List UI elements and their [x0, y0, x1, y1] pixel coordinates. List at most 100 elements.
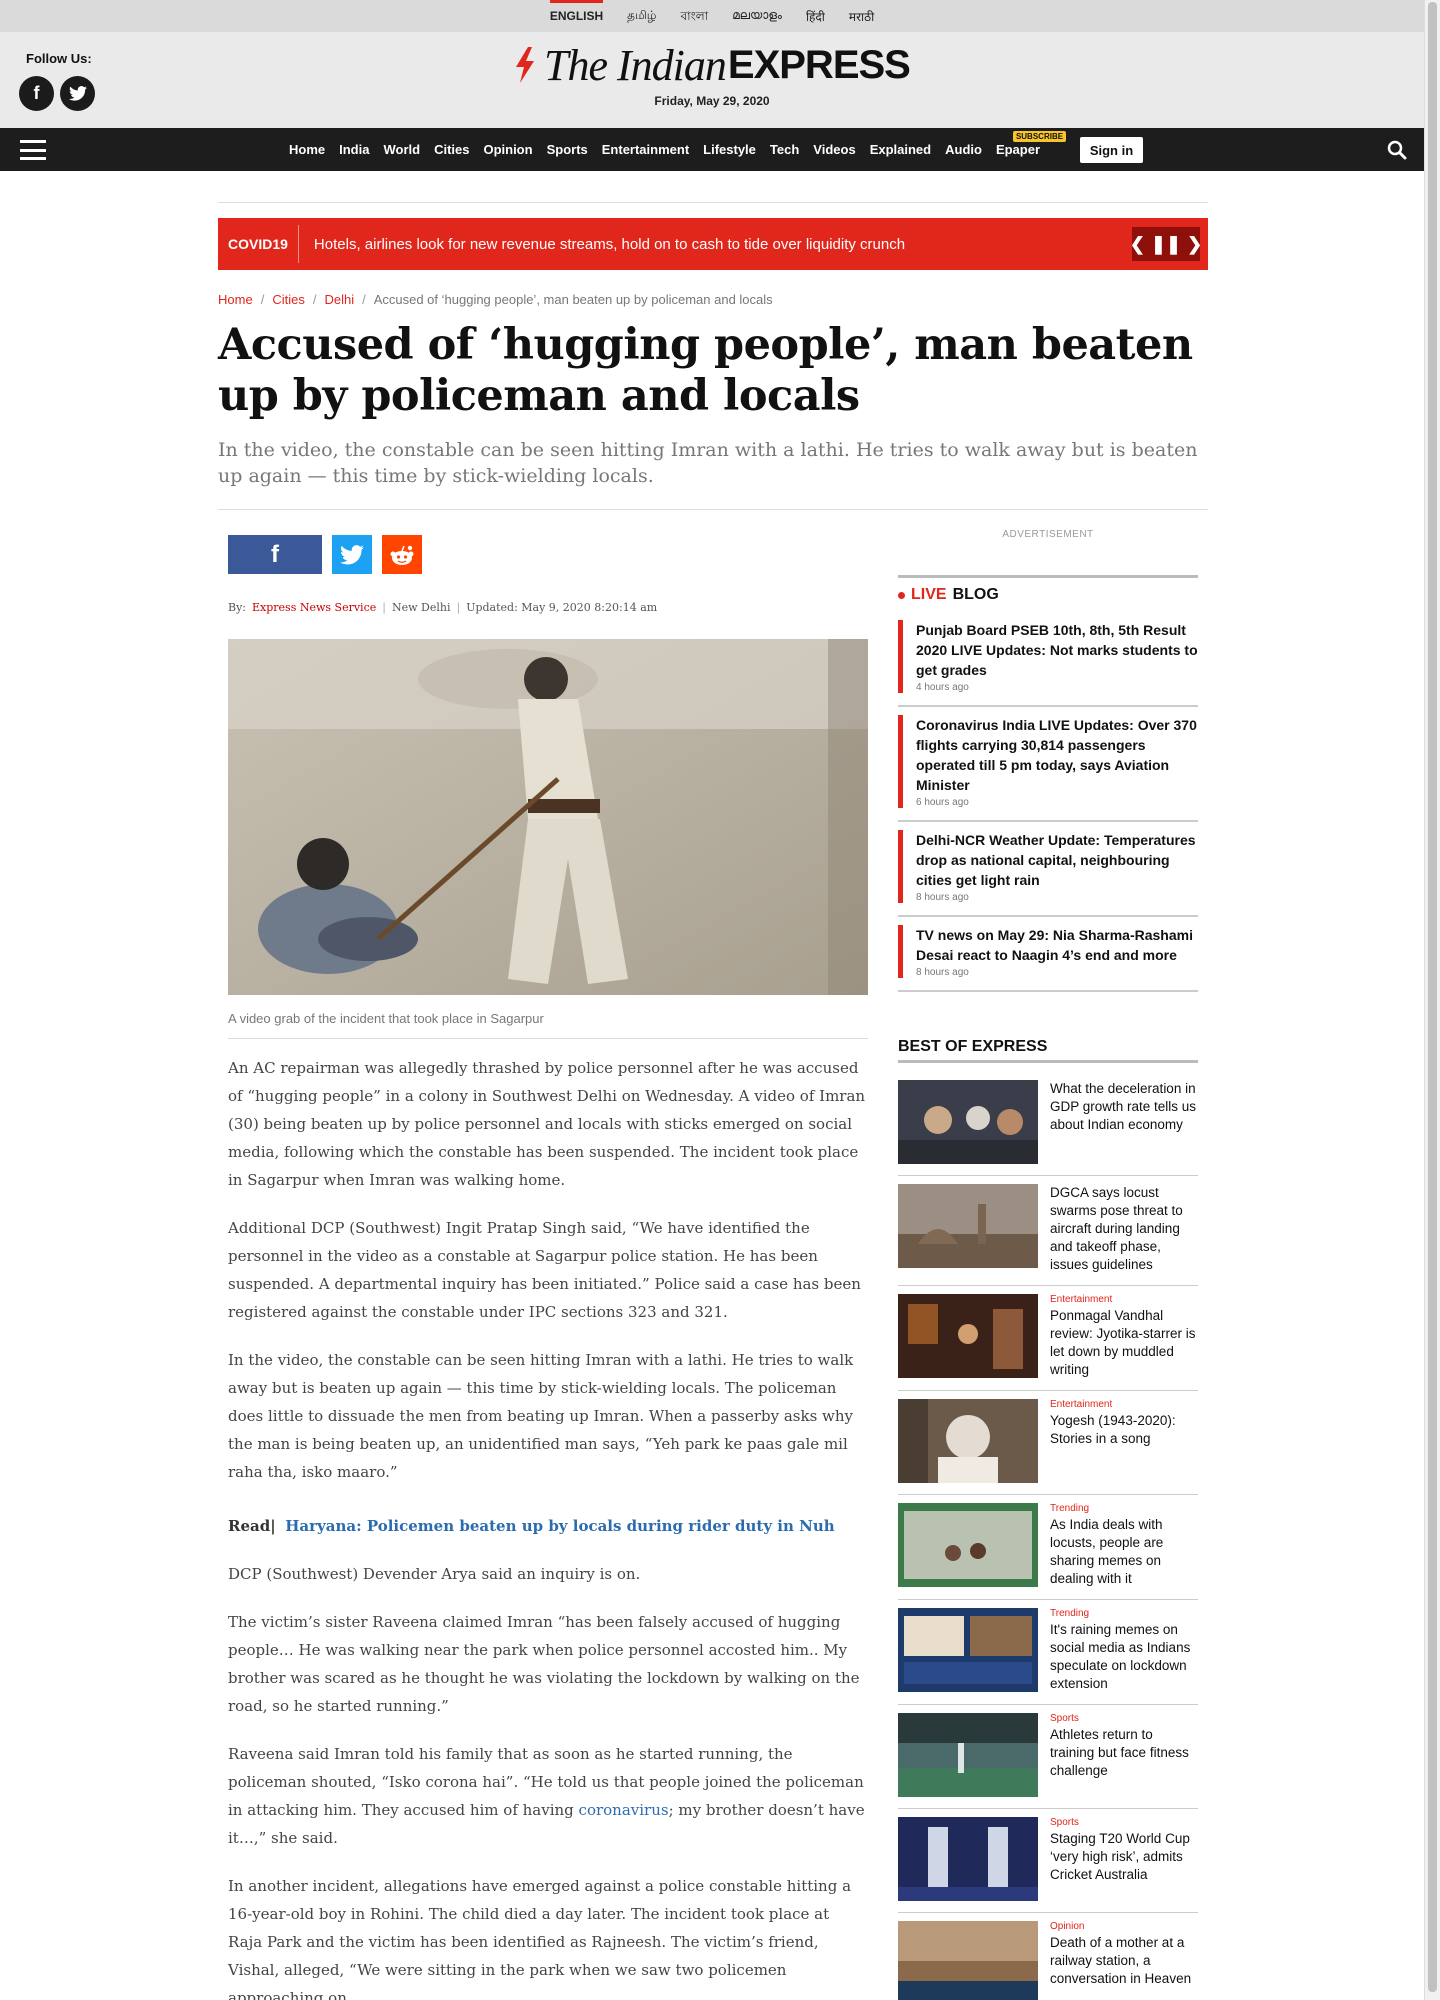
- coronavirus-link[interactable]: coronavirus: [579, 1801, 669, 1819]
- prev-arrow-icon[interactable]: ❮: [1130, 234, 1145, 255]
- pause-icon[interactable]: ❚❚: [1151, 234, 1181, 255]
- best-item-thumbnail[interactable]: [898, 1713, 1038, 1797]
- best-item-title[interactable]: Death of a mother at a railway station, …: [1050, 1934, 1198, 1988]
- best-item-title[interactable]: Athletes return to training but face fit…: [1050, 1726, 1198, 1780]
- follow-us-label: Follow Us:: [26, 51, 92, 66]
- lang-marathi[interactable]: मराठी: [849, 8, 874, 28]
- subscribe-badge: SUBSCRIBE: [1012, 131, 1067, 142]
- nav-home[interactable]: Home: [289, 142, 325, 157]
- best-item-thumbnail[interactable]: [898, 1294, 1038, 1378]
- advertisement-label: ADVERTISEMENT: [1002, 529, 1094, 540]
- best-item-category[interactable]: Sports: [1050, 1817, 1198, 1828]
- updated-time: Updated: May 9, 2020 8:20:14 am: [466, 601, 658, 614]
- header-date: Friday, May 29, 2020: [654, 94, 770, 108]
- nav-sports[interactable]: Sports: [547, 142, 588, 157]
- nav-explained[interactable]: Explained: [870, 142, 931, 157]
- reddit-share-button[interactable]: [382, 535, 422, 574]
- hamburger-menu-icon[interactable]: [20, 140, 46, 160]
- best-item-title[interactable]: What the deceleration in GDP growth rate…: [1050, 1080, 1198, 1134]
- nav-epaper[interactable]: Epaper SUBSCRIBE: [996, 131, 1067, 157]
- live-blog-title[interactable]: Coronavirus India LIVE Updates: Over 370…: [916, 715, 1198, 795]
- best-item-thumbnail[interactable]: [898, 1399, 1038, 1483]
- paragraph: In the video, the constable can be seen …: [228, 1351, 854, 1481]
- best-item[interactable]: Trending It's raining memes on social med…: [898, 1600, 1198, 1705]
- facebook-share-button[interactable]: f: [228, 535, 322, 574]
- nav-tech[interactable]: Tech: [770, 142, 799, 157]
- nav-world[interactable]: World: [383, 142, 420, 157]
- best-item-thumbnail[interactable]: [898, 1608, 1038, 1692]
- lang-malayalam[interactable]: മലയാളം: [732, 8, 782, 28]
- best-item[interactable]: Entertainment Yogesh (1943-2020): Stories…: [898, 1391, 1198, 1495]
- best-item-category[interactable]: Entertainment: [1050, 1399, 1198, 1410]
- language-bar: ENGLISH தமிழ் বাংলা മലയാളം हिंदी मराठी: [0, 0, 1424, 32]
- best-item[interactable]: Entertainment Ponmagal Vandhal review: Jy…: [898, 1286, 1198, 1391]
- breadcrumb-home[interactable]: Home: [218, 292, 253, 307]
- article-synopsis: In the video, the constable can be seen …: [218, 439, 1198, 487]
- live-blog-item[interactable]: Delhi-NCR Weather Update: Temperatures d…: [898, 822, 1198, 917]
- live-blog-title[interactable]: Punjab Board PSEB 10th, 8th, 5th Result …: [916, 620, 1198, 680]
- best-item-thumbnail[interactable]: [898, 1503, 1038, 1587]
- live-blog-title[interactable]: TV news on May 29: Nia Sharma-Rashami De…: [916, 925, 1198, 965]
- best-item-title[interactable]: Ponmagal Vandhal review: Jyotika-starrer…: [1050, 1307, 1198, 1379]
- breadcrumb-delhi[interactable]: Delhi: [324, 292, 354, 307]
- article-body: An AC repairman was allegedly thrashed b…: [228, 1054, 868, 2000]
- best-item-category[interactable]: Trending: [1050, 1608, 1198, 1619]
- by-label: By:: [228, 601, 247, 614]
- live-blog-title[interactable]: Delhi-NCR Weather Update: Temperatures d…: [916, 830, 1198, 890]
- breadcrumb-cities[interactable]: Cities: [272, 292, 305, 307]
- best-item[interactable]: DGCA says locust swarms pose threat to a…: [898, 1176, 1198, 1286]
- nav-cities[interactable]: Cities: [434, 142, 469, 157]
- breadcrumb-separator: /: [362, 292, 366, 307]
- related-read-link[interactable]: Haryana: Policemen beaten up by locals d…: [285, 1517, 834, 1535]
- paragraph: Additional DCP (Southwest) Ingit Pratap …: [228, 1219, 861, 1321]
- nav-audio[interactable]: Audio: [945, 142, 982, 157]
- best-item-thumbnail[interactable]: [898, 1817, 1038, 1901]
- best-item-thumbnail[interactable]: [898, 1184, 1038, 1268]
- author-link[interactable]: Express News Service: [252, 601, 376, 614]
- best-item[interactable]: Opinion Death of a mother at a railway st…: [898, 1913, 1198, 2000]
- best-item[interactable]: Trending As India deals with locusts, peo…: [898, 1495, 1198, 1600]
- best-item-title[interactable]: It's raining memes on social media as In…: [1050, 1621, 1198, 1693]
- live-blog-item[interactable]: Coronavirus India LIVE Updates: Over 370…: [898, 707, 1198, 822]
- breadcrumb: Home / Cities / Delhi / Accused of ‘hugg…: [218, 292, 773, 307]
- best-item-thumbnail[interactable]: [898, 1921, 1038, 2000]
- ticker-tag[interactable]: COVID19: [218, 225, 299, 263]
- sign-in-button[interactable]: Sign in: [1080, 137, 1143, 163]
- ticker-controls: ❮ ❚❚ ❯: [1130, 227, 1202, 261]
- site-logo[interactable]: The Indian EXPRESS: [510, 40, 911, 90]
- nav-india[interactable]: India: [339, 142, 369, 157]
- live-blog-item[interactable]: Punjab Board PSEB 10th, 8th, 5th Result …: [898, 612, 1198, 707]
- best-item-category[interactable]: Entertainment: [1050, 1294, 1198, 1305]
- nav-videos[interactable]: Videos: [813, 142, 855, 157]
- best-item-title[interactable]: As India deals with locusts, people are …: [1050, 1516, 1198, 1588]
- best-item-category[interactable]: Sports: [1050, 1713, 1198, 1724]
- page-scrollbar[interactable]: [1424, 0, 1440, 2000]
- best-item[interactable]: What the deceleration in GDP growth rate…: [898, 1072, 1198, 1176]
- best-item-title[interactable]: Staging T20 World Cup ‘very high risk’, …: [1050, 1830, 1198, 1884]
- logo-text-italic: The Indian: [544, 40, 727, 90]
- read-label: Read: [228, 1517, 271, 1535]
- nav-entertainment[interactable]: Entertainment: [602, 142, 689, 157]
- best-item-thumbnail[interactable]: [898, 1080, 1038, 1164]
- best-item-title[interactable]: DGCA says locust swarms pose threat to a…: [1050, 1184, 1198, 1274]
- live-blog-item[interactable]: TV news on May 29: Nia Sharma-Rashami De…: [898, 917, 1198, 992]
- best-item-category[interactable]: Opinion: [1050, 1921, 1198, 1932]
- nav-opinion[interactable]: Opinion: [483, 142, 532, 157]
- lang-english[interactable]: ENGLISH: [549, 0, 604, 28]
- scrollbar-thumb[interactable]: [1428, 2, 1437, 1992]
- ticker-headline[interactable]: Hotels, airlines look for new revenue st…: [299, 236, 1132, 253]
- best-item-title[interactable]: Yogesh (1943-2020): Stories in a song: [1050, 1412, 1198, 1448]
- best-item-category[interactable]: Trending: [1050, 1503, 1198, 1514]
- best-item[interactable]: Sports Staging T20 World Cup ‘very high r…: [898, 1809, 1198, 1913]
- next-arrow-icon[interactable]: ❯: [1187, 234, 1202, 255]
- search-icon[interactable]: [1387, 140, 1407, 160]
- image-caption: A video grab of the incident that took p…: [228, 1011, 868, 1039]
- lang-hindi[interactable]: हिंदी: [806, 8, 825, 28]
- best-item[interactable]: Sports Athletes return to training but fa…: [898, 1705, 1198, 1809]
- lang-bangla[interactable]: বাংলা: [680, 8, 708, 28]
- nav-lifestyle[interactable]: Lifestyle: [703, 142, 756, 157]
- lang-tamil[interactable]: தமிழ்: [627, 8, 656, 28]
- twitter-share-button[interactable]: [332, 535, 372, 574]
- live-blog-heading: LIVE BLOG: [898, 575, 1198, 604]
- paragraph: DCP (Southwest) Devender Arya said an in…: [228, 1565, 641, 1583]
